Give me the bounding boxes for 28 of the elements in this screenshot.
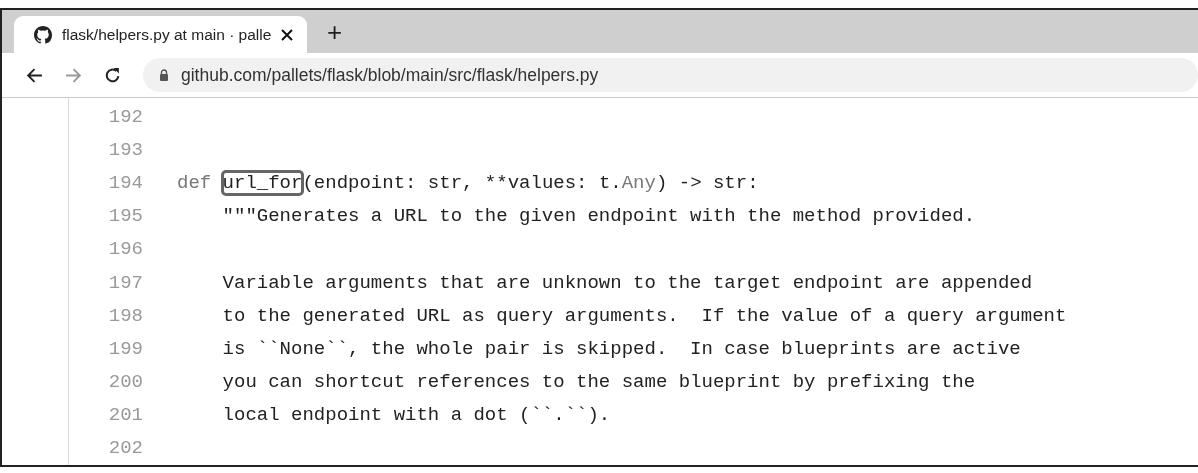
- line-number: 199: [107, 337, 143, 360]
- line-number: 194: [107, 171, 143, 194]
- line-number: 201: [107, 404, 143, 427]
- line-number: 200: [107, 371, 143, 394]
- forward-arrow-icon[interactable]: [65, 66, 82, 84]
- tab-title: flask/helpers.py at main · palle: [62, 25, 271, 44]
- line-number: 192: [107, 105, 143, 128]
- code-line: Variable arguments that are unknown to the target endpoint are appended: [221, 271, 1033, 294]
- line-number: 193: [107, 138, 143, 161]
- back-arrow-icon[interactable]: [26, 66, 43, 84]
- line-number: 198: [107, 304, 143, 327]
- code-line: you can shortcut references to the same blueprint by prefixing the: [221, 371, 976, 394]
- code-line: is ``None``, the whole pair is skipped. In case blueprints are active: [221, 337, 1021, 360]
- lock-icon: [159, 69, 169, 81]
- code-line: local endpoint with a dot (``.``).: [221, 404, 611, 427]
- code-line: to the generated URL as query arguments. If the value of a query argument: [221, 304, 1067, 327]
- line-number: 195: [107, 205, 143, 228]
- line-number: 197: [107, 271, 143, 294]
- new-tab-button[interactable]: +: [327, 18, 343, 45]
- line-number: 196: [107, 238, 143, 261]
- close-icon[interactable]: [281, 28, 293, 41]
- line-number: 202: [107, 437, 143, 460]
- code-line: """Generates a URL to the given endpoint with the method provided.: [221, 205, 976, 228]
- code-line: def url_for(endpoint: str, **values: t.Any) -> str:: [177, 171, 759, 194]
- reload-icon[interactable]: [104, 66, 121, 84]
- cat-logo-icon: [34, 25, 52, 44]
- address-bar[interactable]: github.com/pallets/flask/blob/main/src/flask/helpers.py: [143, 58, 1198, 92]
- browser-tab[interactable]: flask/helpers.py at main · palle: [14, 16, 307, 53]
